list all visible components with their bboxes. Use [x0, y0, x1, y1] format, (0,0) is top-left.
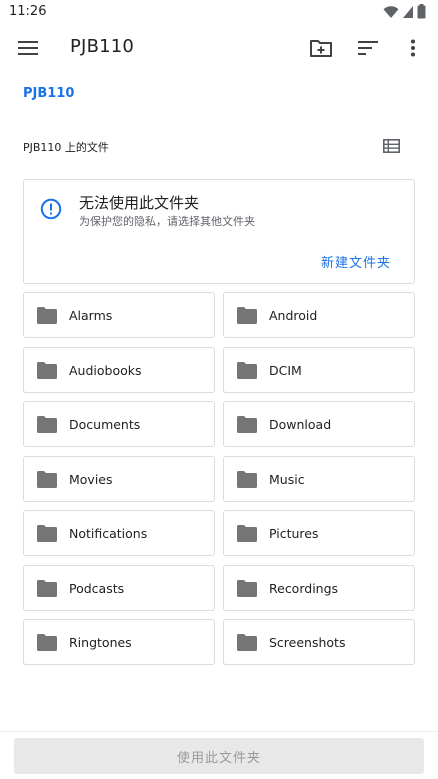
bottom-divider — [0, 731, 438, 732]
folder-label: Ringtones — [69, 635, 132, 650]
folder-item[interactable]: Audiobooks — [23, 346, 215, 393]
use-this-folder-button[interactable]: 使用此文件夹 — [14, 738, 424, 774]
folder-grid: Alarms Android Audiobooks DCIM Documents Down… — [23, 292, 415, 665]
folder-label: Recordings — [269, 580, 339, 596]
sort-icon — [358, 41, 378, 55]
status-time: 11:26 — [9, 4, 47, 19]
folder-item[interactable]: Ringtones — [23, 619, 215, 665]
folder-label: DCIM — [269, 362, 302, 378]
folder-label: Notifications — [69, 526, 148, 541]
status-icons — [383, 4, 426, 19]
folder-icon — [37, 307, 57, 324]
folder-icon — [37, 361, 57, 379]
folder-icon — [237, 525, 257, 542]
folder-item[interactable]: Android — [223, 292, 415, 338]
folder-item[interactable]: Music — [223, 455, 415, 502]
folder-label: Podcasts — [69, 580, 125, 596]
folder-item[interactable]: Recordings — [223, 564, 415, 611]
page-title: PJB110 — [70, 36, 135, 57]
info-alert-icon — [40, 198, 62, 220]
card-title: 无法使用此文件夹 — [79, 194, 200, 212]
folder-item[interactable]: Documents — [23, 401, 215, 447]
folder-icon — [37, 634, 57, 651]
status-bar: 11:26 — [0, 0, 438, 26]
folder-label: Download — [269, 417, 332, 432]
folder-label: Music — [269, 471, 305, 487]
folder-icon — [237, 579, 257, 597]
folder-item[interactable]: DCIM — [223, 346, 415, 393]
folder-icon — [37, 579, 57, 597]
list-view-toggle[interactable] — [381, 136, 401, 156]
folder-item[interactable]: Screenshots — [223, 619, 415, 665]
folder-label: Android — [269, 308, 318, 323]
folder-label: Documents — [69, 417, 141, 432]
folder-label: Alarms — [69, 308, 113, 323]
section-title: PJB110 上的文件 — [23, 141, 109, 154]
menu-button[interactable] — [17, 37, 39, 59]
cannot-use-folder-card: 无法使用此文件夹 为保护您的隐私，请选择其他文件夹 新建文件夹 — [23, 179, 415, 284]
folder-item[interactable]: Podcasts — [23, 564, 215, 611]
folder-item[interactable]: Download — [223, 401, 415, 447]
create-new-folder-button[interactable]: 新建文件夹 — [321, 252, 391, 271]
folder-icon — [237, 634, 257, 651]
folder-icon — [237, 361, 257, 379]
list-view-icon — [382, 139, 400, 153]
folder-item[interactable]: Alarms — [23, 292, 215, 338]
folder-icon — [237, 470, 257, 488]
file-picker-screen: 11:26 PJB110 PJB110 PJB110 上的文件 无法使用此文件夹… — [0, 0, 438, 779]
breadcrumb-root[interactable]: PJB110 — [23, 86, 74, 101]
folder-item[interactable]: Pictures — [223, 510, 415, 556]
sort-button[interactable] — [356, 36, 380, 60]
folder-item[interactable]: Movies — [23, 455, 215, 502]
folder-icon — [237, 416, 257, 433]
new-folder-button[interactable] — [309, 36, 333, 60]
more-options-button[interactable] — [401, 36, 425, 60]
section-header: PJB110 上的文件 — [23, 138, 415, 156]
folder-icon — [37, 525, 57, 542]
hamburger-menu-icon — [18, 41, 38, 55]
folder-icon — [37, 416, 57, 433]
folder-label: Audiobooks — [69, 362, 142, 378]
use-this-folder-label: 使用此文件夹 — [176, 750, 261, 766]
cellular-signal-icon — [403, 5, 413, 18]
folder-icon — [37, 470, 57, 488]
folder-label: Pictures — [269, 526, 319, 541]
app-bar: PJB110 — [0, 26, 438, 70]
folder-item[interactable]: Notifications — [23, 510, 215, 556]
card-subtitle: 为保护您的隐私，请选择其他文件夹 — [79, 215, 255, 228]
battery-icon — [417, 4, 426, 19]
folder-label: Movies — [69, 471, 113, 487]
more-vert-icon — [411, 39, 415, 57]
folder-label: Screenshots — [269, 635, 346, 650]
wifi-icon — [383, 5, 399, 18]
new-folder-icon — [310, 40, 332, 57]
folder-icon — [237, 307, 257, 324]
